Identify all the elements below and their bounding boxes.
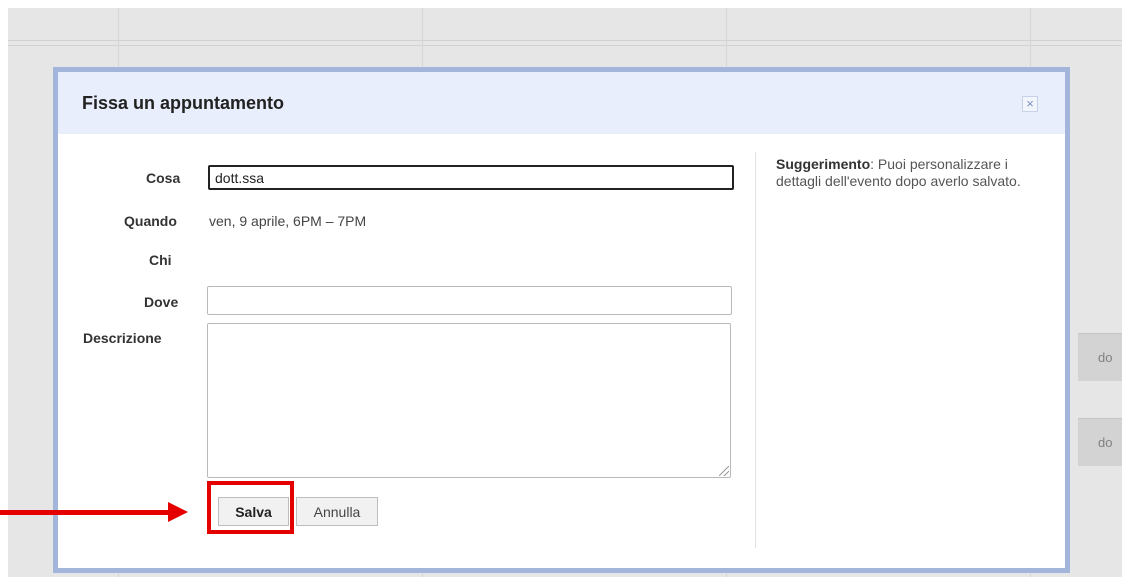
grid-line	[8, 40, 1122, 41]
when-value: ven, 9 aprile, 6PM – 7PM	[209, 213, 367, 229]
vertical-divider	[755, 152, 756, 548]
tip-box: Suggerimento: Puoi personalizzare i dett…	[776, 156, 1056, 190]
close-icon[interactable]: ×	[1022, 96, 1038, 112]
dialog-title: Fissa un appuntamento	[82, 93, 285, 113]
dialog-header: Fissa un appuntamento ×	[58, 72, 1065, 134]
who-label: Chi	[149, 252, 172, 268]
where-input[interactable]	[207, 286, 732, 315]
save-highlight-box	[207, 481, 294, 534]
resize-grip-icon[interactable]	[719, 466, 729, 476]
when-label: Quando	[124, 213, 177, 229]
description-textarea[interactable]	[207, 323, 731, 478]
arrow-head-icon	[168, 502, 188, 522]
what-input[interactable]	[208, 165, 734, 190]
description-label: Descrizione	[83, 330, 162, 346]
what-label: Cosa	[146, 170, 181, 186]
cancel-button[interactable]: Annulla	[296, 497, 378, 526]
where-label: Dove	[144, 294, 179, 310]
calendar-event[interactable]: do	[1078, 333, 1122, 381]
calendar-event[interactable]: do	[1078, 418, 1122, 466]
left-strip	[0, 8, 8, 577]
quick-add-dialog: Fissa un appuntamento × Cosa Quando ven,…	[53, 67, 1070, 573]
grid-line	[8, 45, 1122, 46]
arrow-shaft	[0, 510, 170, 515]
tip-heading: Suggerimento	[776, 156, 871, 172]
top-bar	[0, 0, 1122, 8]
